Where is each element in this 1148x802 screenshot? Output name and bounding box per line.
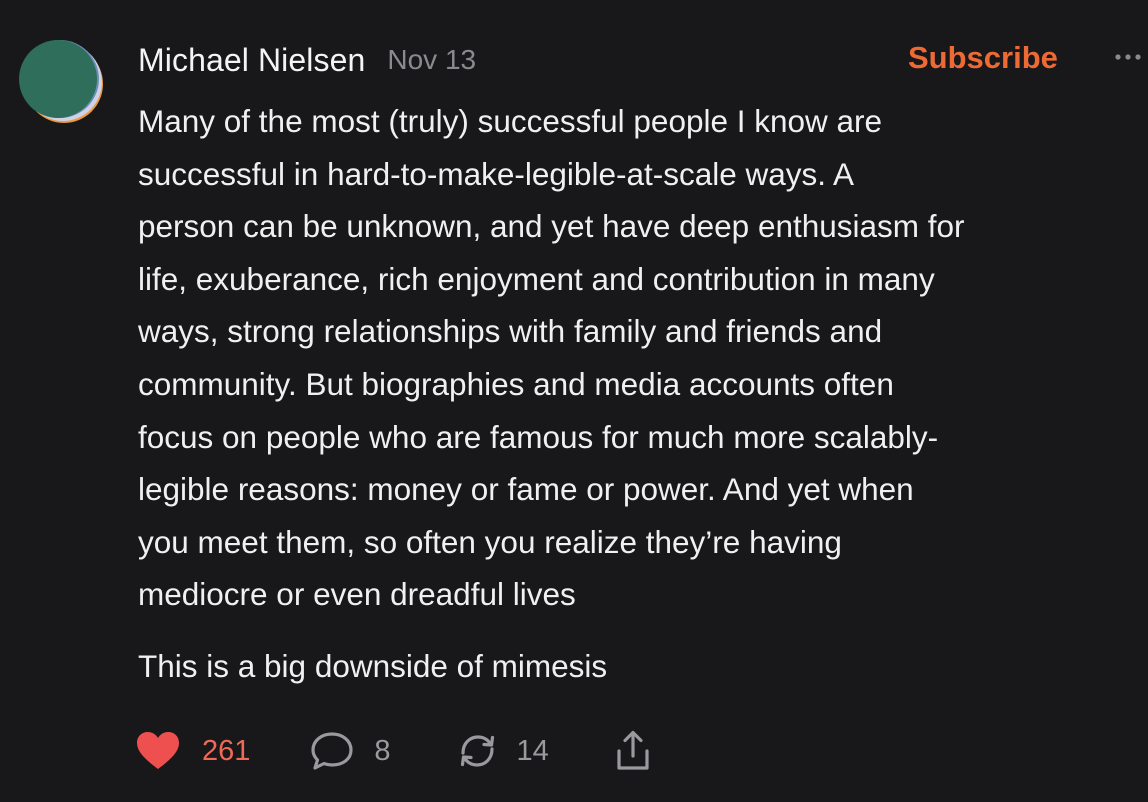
- post-paragraph: This is a big downside of mimesis: [138, 647, 608, 684]
- share-icon: [611, 729, 655, 773]
- comment-button[interactable]: 8: [310, 730, 391, 772]
- more-options-icon[interactable]: [1113, 42, 1145, 72]
- avatar-image: [19, 40, 103, 123]
- heart-icon: [136, 731, 180, 771]
- like-button[interactable]: 261: [136, 731, 250, 771]
- comment-bubble-icon: [310, 730, 354, 772]
- author-name[interactable]: Michael Nielsen: [138, 42, 365, 79]
- post-paragraph: Many of the most (truly) successful peop…: [138, 103, 965, 613]
- comment-count: 8: [374, 734, 391, 767]
- restack-count: 14: [516, 734, 549, 767]
- restack-arrows-icon: [455, 730, 499, 772]
- note-post: Michael Nielsen Nov 13 Subscribe Many of…: [0, 0, 1148, 802]
- like-count: 261: [202, 734, 251, 767]
- author-avatar[interactable]: [14, 32, 106, 124]
- share-button[interactable]: [611, 729, 655, 773]
- restack-button[interactable]: 14: [455, 730, 549, 772]
- post-body: Many of the most (truly) successful peop…: [138, 95, 1148, 693]
- action-bar: 261 8 14: [136, 726, 655, 776]
- post-header: Michael Nielsen Nov 13 Subscribe: [138, 38, 1148, 82]
- post-date[interactable]: Nov 13: [387, 44, 476, 76]
- subscribe-button[interactable]: Subscribe: [908, 40, 1058, 76]
